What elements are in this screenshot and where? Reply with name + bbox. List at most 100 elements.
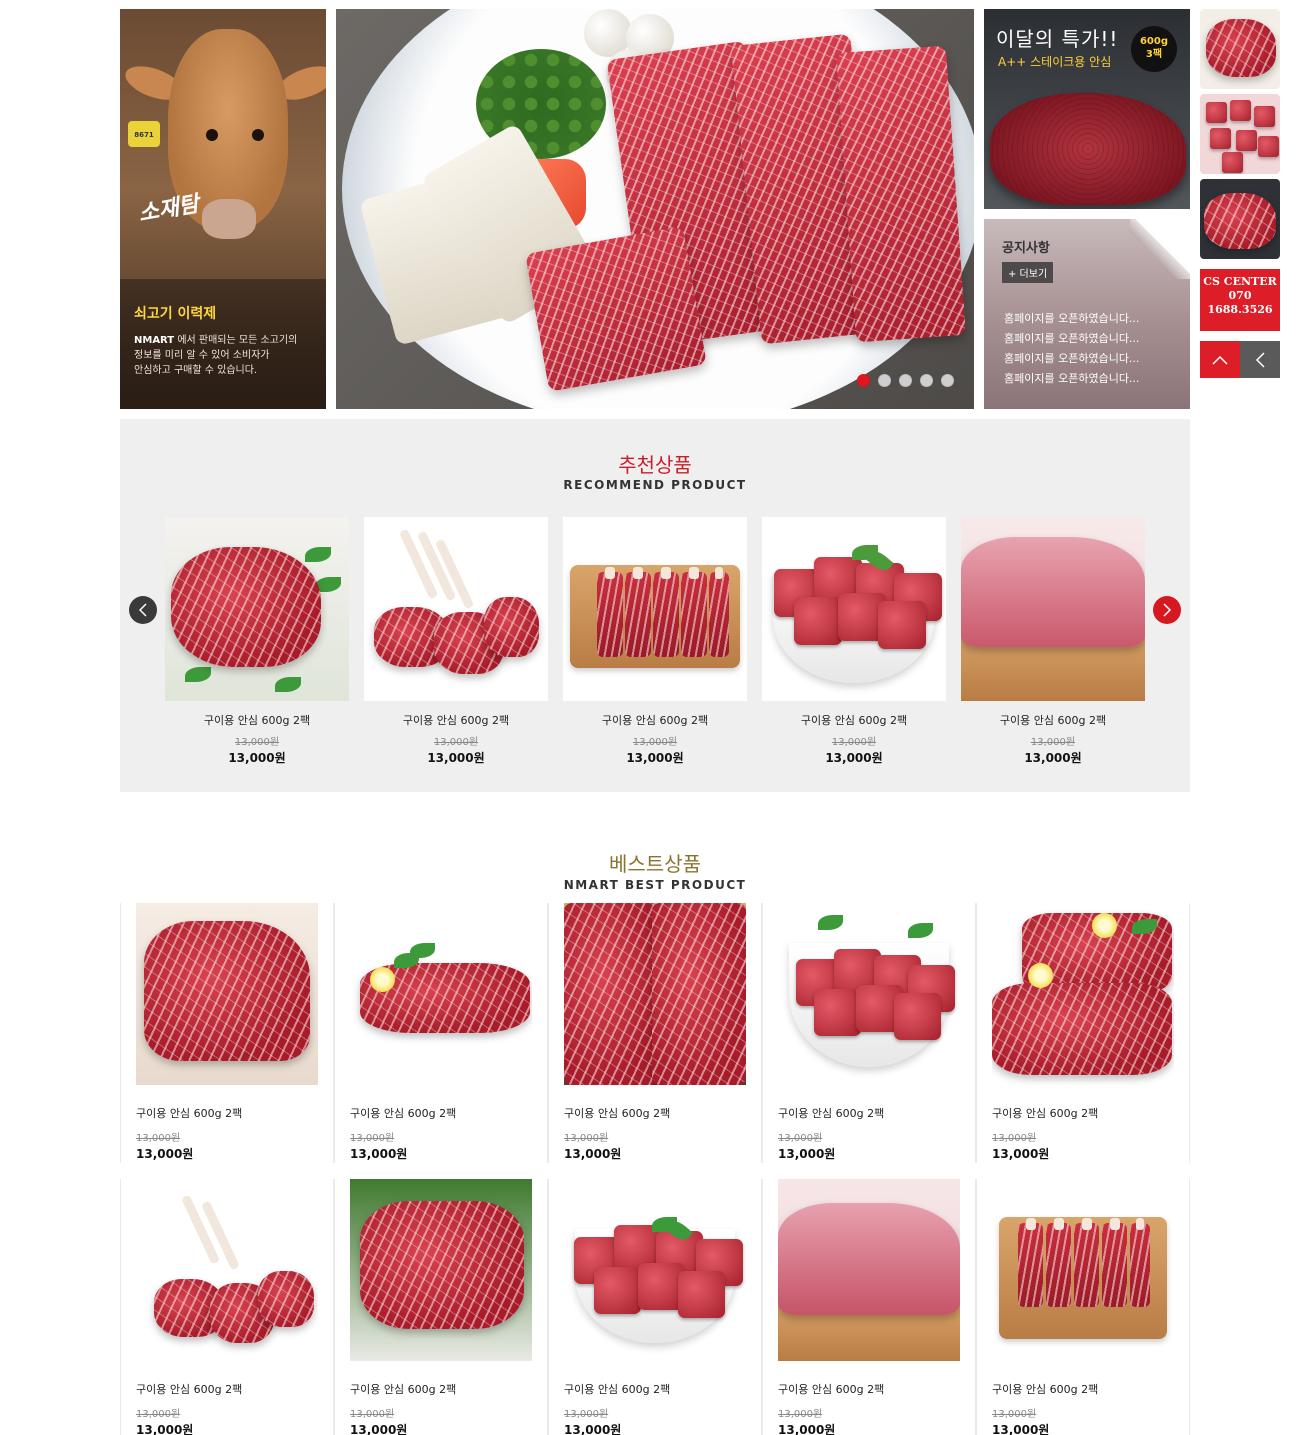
slider-dot[interactable] — [878, 374, 891, 387]
traceability-description: NMART 에서 판매되는 모든 소고기의 정보를 미리 알 수 있어 소비자가… — [134, 333, 314, 378]
product-old-price: 13,000원 — [350, 1133, 395, 1144]
product-name: 구이용 안심 600g 2팩 — [992, 1107, 1099, 1120]
notice-item[interactable]: 홈페이지를 오픈하였습니다... — [1004, 369, 1139, 389]
best-title-kr: 베스트상품 — [609, 852, 701, 876]
quick-thumb[interactable] — [1200, 179, 1280, 259]
product-image — [992, 1179, 1174, 1361]
product-old-price: 13,000원 — [136, 1133, 181, 1144]
best-product[interactable]: 구이용 안심 600g 2팩 13,000원 13,000원 — [334, 903, 548, 1163]
cs-center-title: CS CENTER — [1203, 275, 1277, 288]
chevron-left-icon — [139, 603, 147, 617]
product-image — [350, 903, 532, 1085]
product-price: 13,000원 — [350, 1423, 408, 1435]
brush-lettering: 소재탐 — [136, 190, 201, 228]
notice-list: 홈페이지를 오픈하였습니다... 홈페이지를 오픈하였습니다... 홈페이지를 … — [1004, 309, 1139, 389]
recommend-product[interactable]: 구이용 안심 600g 2팩 13,000원 13,000원 — [165, 517, 349, 766]
product-price: 13,000원 — [228, 751, 286, 765]
best-product[interactable]: 구이용 안심 600g 2팩 13,000원 13,000원 — [762, 1179, 976, 1435]
product-old-price: 13,000원 — [136, 1409, 181, 1420]
product-image — [165, 517, 349, 701]
product-old-price: 13,000원 — [992, 1133, 1037, 1144]
notice-item[interactable]: 홈페이지를 오픈하였습니다... — [1004, 329, 1139, 349]
quick-thumb[interactable] — [1200, 94, 1280, 174]
desc-line: 정보를 미리 알 수 있어 소비자가 — [134, 350, 270, 361]
recommend-section: 추천상품 RECOMMEND PRODUCT 구이용 안심 600g 2팩 13… — [120, 419, 1190, 792]
slider-dot[interactable] — [899, 374, 912, 387]
best-product[interactable]: 구이용 안심 600g 2팩 13,000원 13,000원 — [334, 1179, 548, 1435]
chevron-right-icon — [1163, 603, 1171, 617]
product-old-price: 13,000원 — [1030, 737, 1076, 748]
promo-title: 이달의 특가!! — [996, 27, 1119, 51]
page-curl-decoration — [1130, 219, 1190, 279]
recommend-product[interactable]: 구이용 안심 600g 2팩 13,000원 13,000원 — [364, 517, 548, 766]
best-product[interactable]: 구이용 안심 600g 2팩 13,000원 13,000원 — [548, 903, 762, 1163]
product-old-price: 13,000원 — [632, 737, 678, 748]
recommend-prev-button[interactable] — [129, 596, 157, 624]
product-name: 구이용 안심 600g 2팩 — [778, 1107, 885, 1120]
monthly-special-banner[interactable]: 이달의 특가!! A++ 스테이크용 안심 600g 3팩 — [984, 9, 1190, 209]
traceability-caption: 쇠고기 이력제 NMART 에서 판매되는 모든 소고기의 정보를 미리 알 수… — [120, 279, 326, 409]
best-product[interactable]: 구이용 안심 600g 2팩 13,000원 13,000원 — [976, 1179, 1190, 1435]
brand-name: NMART — [134, 335, 175, 346]
product-old-price: 13,000원 — [234, 737, 280, 748]
recommend-product[interactable]: 구이용 안심 600g 2팩 13,000원 13,000원 — [563, 517, 747, 766]
beef-traceability-banner[interactable]: 8671 소재탐 쇠고기 이력제 NMART 에서 판매되는 모든 소고기의 정… — [120, 9, 326, 409]
notice-box: 공지사항 + 더보기 홈페이지를 오픈하였습니다... 홈페이지를 오픈하였습니… — [984, 219, 1190, 409]
notice-item[interactable]: 홈페이지를 오픈하였습니다... — [1004, 309, 1139, 329]
product-name: 구이용 안심 600g 2팩 — [564, 1107, 671, 1120]
chevron-left-icon — [1255, 351, 1265, 368]
product-name: 구이용 안심 600g 2팩 — [136, 1107, 243, 1120]
product-name: 구이용 안심 600g 2팩 — [999, 714, 1107, 727]
slider-dots — [857, 374, 954, 387]
beef-rib-slice — [836, 45, 966, 343]
product-name: 구이용 안심 600g 2팩 — [800, 714, 908, 727]
badge-weight: 600g — [1139, 36, 1169, 47]
recommend-title-en: RECOMMEND PRODUCT — [563, 478, 747, 492]
cow-eye — [206, 129, 218, 141]
cs-phone-number: 1688.3526 — [1207, 303, 1273, 316]
notice-title: 공지사항 — [1002, 241, 1050, 256]
best-product[interactable]: 구이용 안심 600g 2팩 13,000원 13,000원 — [120, 903, 334, 1163]
product-image — [563, 517, 747, 701]
best-product[interactable]: 구이용 안심 600g 2팩 13,000원 13,000원 — [762, 903, 976, 1163]
main-slider[interactable] — [336, 9, 974, 409]
cs-center-box: CS CENTER 070 1688.3526 — [1200, 269, 1280, 331]
desc-line: 에서 판매되는 모든 소고기의 — [177, 335, 298, 346]
recommend-next-button[interactable] — [1153, 596, 1181, 624]
product-image — [778, 1179, 960, 1361]
product-image — [136, 903, 318, 1085]
best-product[interactable]: 구이용 안심 600g 2팩 13,000원 13,000원 — [548, 1179, 762, 1435]
best-product[interactable]: 구이용 안심 600g 2팩 13,000원 13,000원 — [976, 903, 1190, 1163]
product-price: 13,000원 — [778, 1147, 836, 1161]
chevron-up-icon — [1212, 355, 1228, 365]
product-old-price: 13,000원 — [564, 1409, 609, 1420]
slider-dot[interactable] — [857, 374, 870, 387]
badge-pack: 3팩 — [1145, 49, 1163, 60]
notice-more-button[interactable]: + 더보기 — [1002, 262, 1054, 283]
product-image — [778, 903, 960, 1085]
slider-dot[interactable] — [941, 374, 954, 387]
product-old-price: 13,000원 — [831, 737, 877, 748]
scroll-top-button[interactable] — [1200, 341, 1240, 378]
product-name: 구이용 안심 600g 2팩 — [778, 1383, 885, 1396]
slider-dot[interactable] — [920, 374, 933, 387]
product-image — [364, 517, 548, 701]
back-button[interactable] — [1240, 341, 1280, 378]
product-price: 13,000원 — [136, 1423, 194, 1435]
product-old-price: 13,000원 — [564, 1133, 609, 1144]
product-price: 13,000원 — [564, 1423, 622, 1435]
product-name: 구이용 안심 600g 2팩 — [992, 1383, 1099, 1396]
best-product[interactable]: 구이용 안심 600g 2팩 13,000원 13,000원 — [120, 1179, 334, 1435]
notice-item[interactable]: 홈페이지를 오픈하였습니다... — [1004, 349, 1139, 369]
recommend-product[interactable]: 구이용 안심 600g 2팩 13,000원 13,000원 — [762, 517, 946, 766]
quick-thumb[interactable] — [1200, 9, 1280, 89]
recommend-product[interactable]: 구이용 안심 600g 2팩 13,000원 13,000원 — [961, 517, 1145, 766]
cow-eye — [252, 129, 264, 141]
best-title-en: NMART BEST PRODUCT — [563, 878, 747, 892]
product-name: 구이용 안심 600g 2팩 — [402, 714, 510, 727]
product-image — [961, 517, 1145, 701]
beef-rib-slice — [525, 226, 707, 392]
product-name: 구이용 안심 600g 2팩 — [203, 714, 311, 727]
desc-line: 안심하고 구매할 수 있습니다. — [134, 365, 258, 376]
product-image — [564, 1179, 746, 1361]
